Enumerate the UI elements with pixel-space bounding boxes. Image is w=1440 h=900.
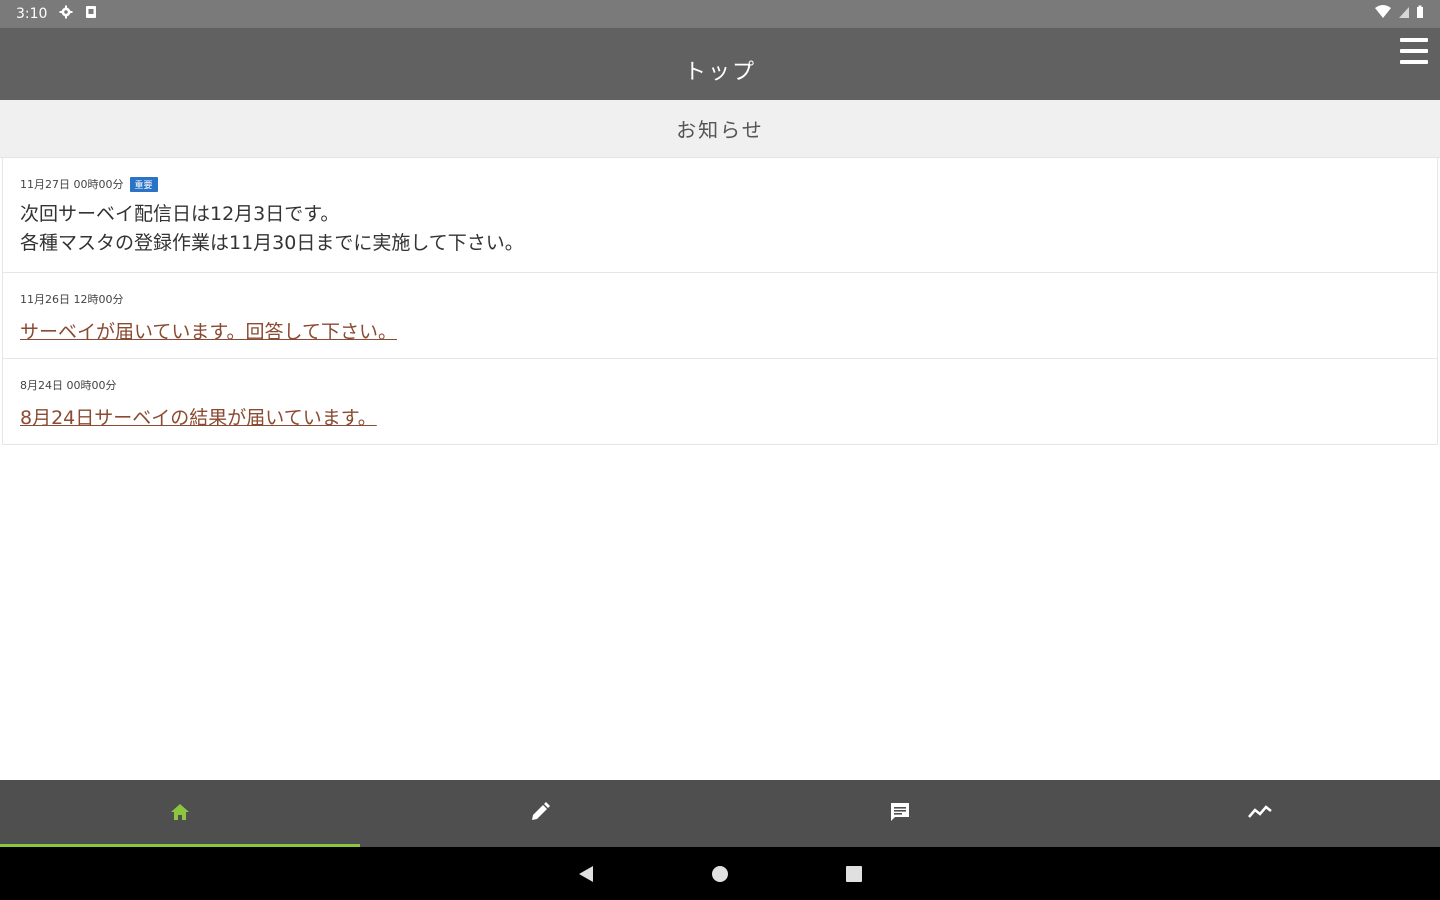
- important-badge: 重要: [129, 176, 158, 192]
- chat-icon: [888, 800, 912, 828]
- news-list: 11月27日 00時00分 重要 次回サーベイ配信日は12月3日です。 各種マス…: [2, 158, 1438, 445]
- status-bar: 3:10: [0, 0, 1440, 28]
- status-right: [1374, 5, 1424, 23]
- settings-gear-icon: [59, 5, 73, 23]
- menu-line: [1400, 38, 1428, 42]
- news-item[interactable]: 8月24日 00時00分 8月24日サーベイの結果が届いています。: [3, 359, 1437, 444]
- trend-chart-icon: [1247, 800, 1273, 828]
- survey-result-link[interactable]: 8月24日サーベイの結果が届いています。: [20, 403, 377, 430]
- menu-line: [1400, 49, 1428, 53]
- sd-card-icon: [85, 5, 97, 23]
- home-circle-icon[interactable]: [708, 862, 732, 886]
- status-left: 3:10: [16, 5, 97, 23]
- survey-answer-link[interactable]: サーベイが届いています。回答して下さい。: [20, 317, 397, 344]
- news-item: 11月27日 00時00分 重要 次回サーベイ配信日は12月3日です。 各種マス…: [3, 158, 1437, 273]
- system-nav-bar: [0, 847, 1440, 900]
- tab-edit[interactable]: [360, 780, 720, 847]
- status-time: 3:10: [16, 6, 48, 22]
- news-meta: 11月26日 12時00分: [20, 291, 1420, 307]
- cell-signal-icon: [1398, 5, 1410, 23]
- news-date: 11月26日 12時00分: [20, 293, 124, 306]
- main-content: お知らせ 11月27日 00時00分 重要 次回サーベイ配信日は12月3日です。…: [0, 100, 1440, 780]
- tab-home[interactable]: [0, 780, 360, 847]
- news-item[interactable]: 11月26日 12時00分 サーベイが届いています。回答して下さい。: [3, 273, 1437, 359]
- page-title: トップ: [683, 60, 756, 85]
- tab-messages[interactable]: [720, 780, 1080, 847]
- back-icon[interactable]: [574, 862, 598, 886]
- pencil-icon: [528, 800, 552, 828]
- app-bar: トップ: [0, 28, 1440, 100]
- recents-icon[interactable]: [842, 862, 866, 886]
- battery-icon: [1416, 5, 1424, 23]
- news-meta: 11月27日 00時00分 重要: [20, 176, 1420, 192]
- news-date: 8月24日 00時00分: [20, 379, 117, 392]
- section-header: お知らせ: [0, 100, 1440, 158]
- hamburger-menu-icon[interactable]: [1400, 38, 1428, 64]
- tab-results[interactable]: [1080, 780, 1440, 847]
- menu-line: [1400, 60, 1428, 64]
- section-title: お知らせ: [676, 118, 764, 142]
- news-meta: 8月24日 00時00分: [20, 377, 1420, 393]
- bottom-nav: [0, 780, 1440, 847]
- wifi-icon: [1374, 5, 1392, 23]
- news-text: 次回サーベイ配信日は12月3日です。 各種マスタの登録作業は11月30日までに実…: [20, 203, 524, 254]
- home-icon: [168, 800, 192, 828]
- news-date: 11月27日 00時00分: [20, 178, 124, 191]
